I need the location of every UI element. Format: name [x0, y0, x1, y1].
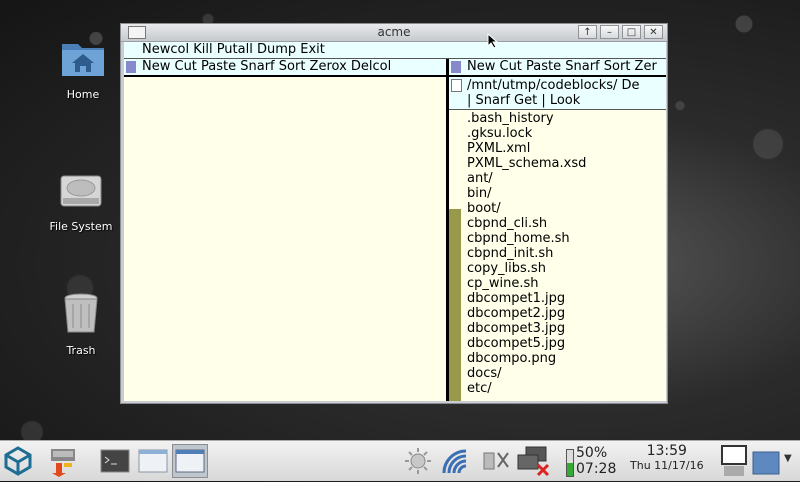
directory-window-tag[interactable]: /mnt/utmp/codeblocks/ De | Snarf Get | L…: [449, 77, 666, 110]
file-list-item[interactable]: cbpnd_cli.sh: [467, 216, 586, 231]
acme-window: acme ↑ – □ ✕ Newcol Kill Putall Dump Exi…: [120, 23, 668, 404]
column2-tag-text[interactable]: New Cut Paste Snarf Sort Zer: [467, 59, 657, 75]
file-list-item[interactable]: dbcompo.png: [467, 351, 586, 366]
show-desktop-icon[interactable]: [720, 444, 748, 482]
file-list-item[interactable]: bin/: [467, 186, 586, 201]
file-list-item[interactable]: dbcompet5.jpg: [467, 336, 586, 351]
window-tag-commands[interactable]: | Snarf Get | Look: [467, 93, 580, 108]
package-manager-icon[interactable]: [48, 445, 78, 481]
column1-tag-text[interactable]: New Cut Paste Snarf Sort Zerox Delcol: [142, 59, 391, 75]
wifi-icon[interactable]: [440, 447, 470, 479]
desktop-icon-label: Home: [66, 88, 100, 101]
file-list[interactable]: .bash_history .gksu.lock PXML.xml PXML_sche…: [467, 111, 586, 396]
window-handle[interactable]: [451, 79, 462, 92]
directory-listing[interactable]: .bash_history .gksu.lock PXML.xml PXML_sche…: [449, 110, 666, 401]
file-list-item[interactable]: docs/: [467, 366, 586, 381]
battery-indicator[interactable]: 50% 07:28: [564, 445, 624, 477]
row-tag-text[interactable]: Newcol Kill Putall Dump Exit: [142, 42, 325, 58]
file-list-item[interactable]: cbpnd_init.sh: [467, 246, 586, 261]
hard-drive-icon: [57, 166, 105, 214]
file-list-item[interactable]: PXML_schema.xsd: [467, 156, 586, 171]
close-button[interactable]: ✕: [644, 25, 663, 39]
scrollbar[interactable]: [449, 110, 461, 401]
file-list-item[interactable]: etc/: [467, 381, 586, 396]
column2-tag[interactable]: New Cut Paste Snarf Sort Zer: [449, 59, 666, 77]
row-tag[interactable]: Newcol Kill Putall Dump Exit: [124, 42, 666, 59]
column1-body[interactable]: [124, 77, 446, 401]
clock-time: 13:59: [646, 443, 687, 459]
workspace-icon[interactable]: [752, 451, 780, 479]
battery-percent: 50%: [576, 445, 608, 461]
battery-time: 07:28: [576, 461, 617, 477]
taskbar: 50% 07:28 13:59 Thu 11/17/16 ▼: [0, 440, 800, 481]
battery-fill: [567, 463, 573, 476]
shade-button[interactable]: ↑: [578, 25, 597, 39]
acme-editor: Newcol Kill Putall Dump Exit New Cut Pas…: [124, 42, 666, 401]
brightness-icon[interactable]: [404, 447, 432, 479]
clock[interactable]: 13:59 Thu 11/17/16: [630, 443, 704, 472]
menu-cube-icon[interactable]: [2, 445, 34, 481]
desktop-icon-home[interactable]: Home: [38, 34, 128, 101]
file-list-item[interactable]: boot/: [467, 201, 586, 216]
active-window-button[interactable]: [172, 444, 208, 478]
file-list-item[interactable]: dbcompet1.jpg: [467, 291, 586, 306]
network-disconnected-icon[interactable]: [516, 445, 552, 481]
file-list-item[interactable]: .bash_history: [467, 111, 586, 126]
home-folder-icon: [59, 34, 107, 82]
taskbar-arrow-icon[interactable]: ▼: [784, 453, 792, 464]
file-list-item[interactable]: .gksu.lock: [467, 126, 586, 141]
file-list-item[interactable]: dbcompet3.jpg: [467, 321, 586, 336]
maximize-button[interactable]: □: [622, 25, 641, 39]
clock-date: Thu 11/17/16: [630, 459, 704, 472]
file-list-item[interactable]: PXML.xml: [467, 141, 586, 156]
mouse-cursor-icon: [487, 32, 499, 53]
desktop-icon-label: Trash: [66, 344, 96, 357]
desktop-icon-trash[interactable]: Trash: [36, 290, 126, 357]
desktop-icon-label: File System: [49, 220, 113, 233]
battery-bar: [566, 449, 574, 477]
file-list-item[interactable]: cbpnd_home.sh: [467, 231, 586, 246]
column1-handle[interactable]: [126, 61, 136, 73]
window-tag-path[interactable]: /mnt/utmp/codeblocks/ De: [467, 78, 640, 93]
column2-handle[interactable]: [451, 61, 461, 73]
file-list-item[interactable]: ant/: [467, 171, 586, 186]
column1-tag[interactable]: New Cut Paste Snarf Sort Zerox Delcol: [124, 59, 446, 77]
desktop-icon-file-system[interactable]: File System: [36, 166, 126, 233]
file-list-item[interactable]: cp_wine.sh: [467, 276, 586, 291]
trash-icon: [57, 290, 105, 338]
settings-tools-icon[interactable]: [482, 449, 512, 477]
minimize-button[interactable]: –: [600, 25, 619, 39]
window-titlebar[interactable]: acme ↑ – □ ✕: [121, 24, 667, 42]
file-list-item[interactable]: copy_libs.sh: [467, 261, 586, 276]
scrollbar-thumb[interactable]: [449, 110, 461, 209]
file-list-item[interactable]: dbcompet2.jpg: [467, 306, 586, 321]
terminal-icon[interactable]: [100, 449, 130, 477]
window-list-item-icon[interactable]: [138, 449, 168, 477]
